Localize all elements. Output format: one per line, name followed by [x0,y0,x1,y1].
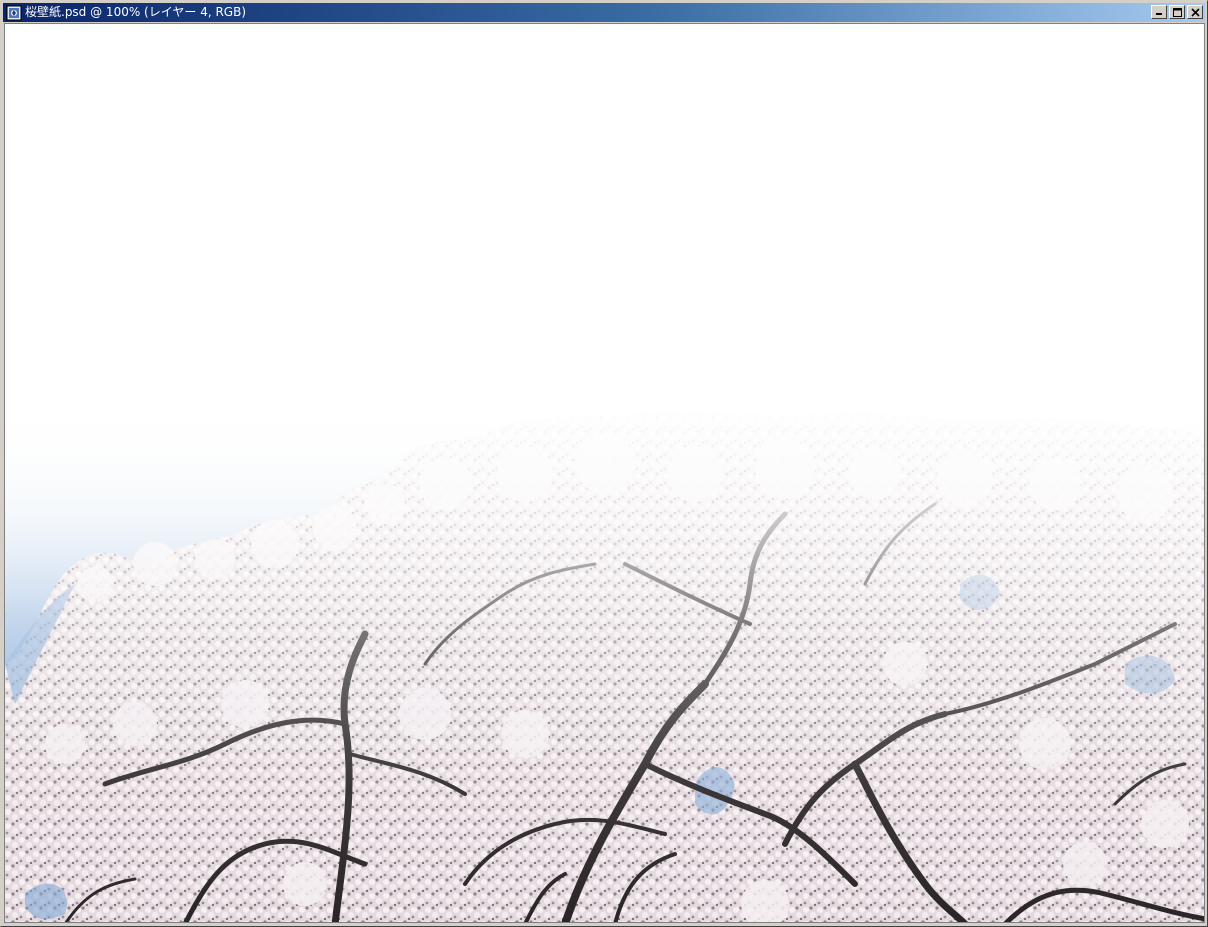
title-bar[interactable]: 桜壁紙.psd @ 100% (レイヤー 4, RGB) [3,3,1205,22]
minimize-icon [1156,13,1162,15]
close-button[interactable] [1187,5,1203,19]
caption-buttons [1151,5,1203,19]
document-canvas-area[interactable] [4,23,1205,923]
window-title: 桜壁紙.psd @ 100% (レイヤー 4, RGB) [25,5,247,19]
photoshop-document-icon[interactable] [6,5,22,21]
minimize-button[interactable] [1151,5,1167,19]
image-canvas[interactable] [5,24,1204,922]
close-icon [1191,8,1200,17]
maximize-button[interactable] [1169,5,1185,19]
document-window: 桜壁紙.psd @ 100% (レイヤー 4, RGB) [0,0,1208,927]
cherry-blossom-image [5,24,1204,922]
maximize-icon [1173,8,1182,17]
